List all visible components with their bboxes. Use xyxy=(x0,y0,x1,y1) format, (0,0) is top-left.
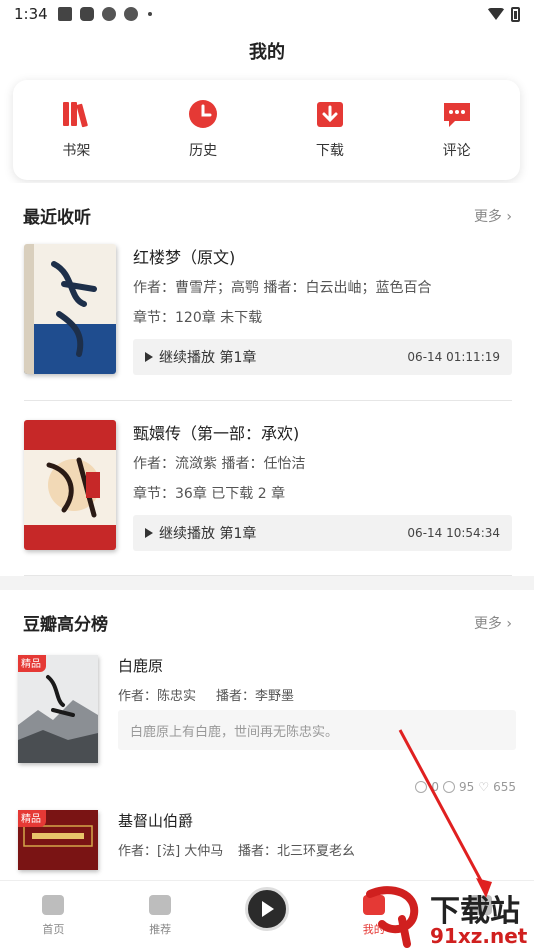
heart-icon: ♡ xyxy=(478,780,490,794)
play-count: 0 xyxy=(431,780,440,794)
resume-label: 继续播放 第1章 xyxy=(159,350,257,366)
last-played-time: 06-14 01:11:19 xyxy=(407,350,500,364)
ranking-item[interactable]: 精品 基督山伯爵 作者：[法] 大仲马 播者：北三环夏老幺 xyxy=(18,810,516,880)
ranking-more-link[interactable]: 更多 › xyxy=(474,613,512,633)
recommend-icon xyxy=(149,895,172,915)
wifi-icon xyxy=(487,8,505,20)
bookshelf-label: 书架 xyxy=(62,143,91,159)
tab-label: 推荐 xyxy=(149,923,172,936)
history-button[interactable]: 历史 xyxy=(140,80,267,180)
book-cover xyxy=(24,420,116,550)
page-title: 我的 xyxy=(249,42,285,63)
download-icon xyxy=(316,102,343,127)
watermark-domain: 91xz.net xyxy=(430,924,528,948)
book-chapters: 章节：120章 未下载 xyxy=(133,310,263,326)
recent-item[interactable]: 红楼梦（原文) 作者：曹雪芹；高鹗 播者：白云出岫；蓝色百合 章节：120章 未… xyxy=(24,244,512,384)
more-dot-icon xyxy=(147,12,152,16)
premium-badge: 精品 xyxy=(18,655,46,672)
tab-player[interactable] xyxy=(214,881,321,950)
recent-title: 最近收听 xyxy=(23,208,91,228)
sync-icon xyxy=(123,7,138,21)
book-description: 白鹿原上有白鹿，世间再无陈忠实。 xyxy=(118,710,516,750)
play-icon xyxy=(262,901,275,917)
book-stats: 0 95 ♡ 655 xyxy=(415,780,516,794)
status-time: 1:34 xyxy=(14,5,48,23)
comment-label: 评论 xyxy=(442,143,471,159)
resume-play-button[interactable]: 继续播放 第1章 06-14 01:11:19 xyxy=(133,339,512,375)
now-playing-button[interactable] xyxy=(244,887,289,931)
download-button[interactable]: 下载 xyxy=(267,80,394,180)
book-author: 作者：[法] 大仲马 xyxy=(118,844,224,859)
comment-button[interactable]: 评论 xyxy=(393,80,520,180)
like-count: 655 xyxy=(493,780,516,794)
quick-actions-card: 书架 历史 下载 评论 xyxy=(13,80,520,180)
book-cover xyxy=(24,244,116,374)
divider xyxy=(24,575,512,576)
notification-icon xyxy=(79,7,94,21)
book-narrator: 播者：李野墨 xyxy=(216,689,295,704)
recent-section: 最近收听 更多 › 红楼梦（原文) 作者：曹雪芹；高鹗 播者：白云出岫；蓝色百合… xyxy=(0,183,534,576)
tab-label: 首页 xyxy=(42,923,65,936)
history-label: 历史 xyxy=(189,143,218,159)
profile-header: 我的 书架 历史 下载 评论 xyxy=(0,28,534,183)
book-title: 白鹿原 xyxy=(118,657,164,675)
resume-play-button[interactable]: 继续播放 第1章 06-14 10:54:34 xyxy=(133,515,512,551)
divider xyxy=(24,400,512,401)
tab-recommend[interactable]: 推荐 xyxy=(107,881,214,950)
book-author: 作者：陈忠实 xyxy=(118,689,197,704)
book-authors: 作者：流潋紫 播者：任怡洁 xyxy=(133,456,306,472)
home-icon xyxy=(42,895,65,915)
battery-icon xyxy=(511,6,520,22)
notification-icon xyxy=(57,7,72,21)
ranking-header: 豆瓣高分榜 更多 › xyxy=(23,610,512,635)
sync-icon xyxy=(101,7,116,21)
comment-icon xyxy=(443,103,470,127)
book-title: 红楼梦（原文) xyxy=(133,248,236,267)
history-clock-icon xyxy=(189,100,218,128)
premium-badge: 精品 xyxy=(18,810,46,827)
book-cover: 精品 xyxy=(18,810,98,870)
book-authors: 作者：曹雪芹；高鹗 播者：白云出岫；蓝色百合 xyxy=(133,280,432,296)
book-cover: 精品 xyxy=(18,655,98,763)
bookshelf-button[interactable]: 书架 xyxy=(13,80,140,180)
tab-home[interactable]: 首页 xyxy=(0,881,107,950)
play-icon xyxy=(145,528,153,538)
resume-label: 继续播放 第1章 xyxy=(159,526,257,542)
recent-more-link[interactable]: 更多 › xyxy=(474,206,512,226)
book-title: 甄嬛传（第一部：承欢) xyxy=(133,424,300,443)
book-chapters: 章节：36章 已下载 2 章 xyxy=(133,486,286,502)
book-narrator: 播者：北三环夏老幺 xyxy=(238,844,356,859)
play-count-icon xyxy=(415,781,428,793)
status-bar: 1:34 xyxy=(0,0,534,28)
bookshelf-icon xyxy=(63,102,89,128)
play-icon xyxy=(145,352,153,362)
recent-item[interactable]: 甄嬛传（第一部：承欢) 作者：流潋紫 播者：任怡洁 章节：36章 已下载 2 章… xyxy=(24,420,512,560)
ranking-title: 豆瓣高分榜 xyxy=(23,615,108,635)
comment-count: 95 xyxy=(459,780,475,794)
ranking-section: 豆瓣高分榜 更多 › 精品 白鹿原 作者：陈忠实 播者：李野墨 白鹿原上有白鹿，… xyxy=(0,590,534,880)
comment-count-icon xyxy=(443,781,456,793)
book-title: 基督山伯爵 xyxy=(118,812,194,830)
last-played-time: 06-14 10:54:34 xyxy=(407,526,500,540)
download-label: 下载 xyxy=(315,143,344,159)
recent-header: 最近收听 更多 › xyxy=(23,203,512,228)
ranking-item[interactable]: 精品 白鹿原 作者：陈忠实 播者：李野墨 白鹿原上有白鹿，世间再无陈忠实。 0 … xyxy=(18,655,516,795)
watermark: 下载站 91xz.net xyxy=(362,884,534,950)
